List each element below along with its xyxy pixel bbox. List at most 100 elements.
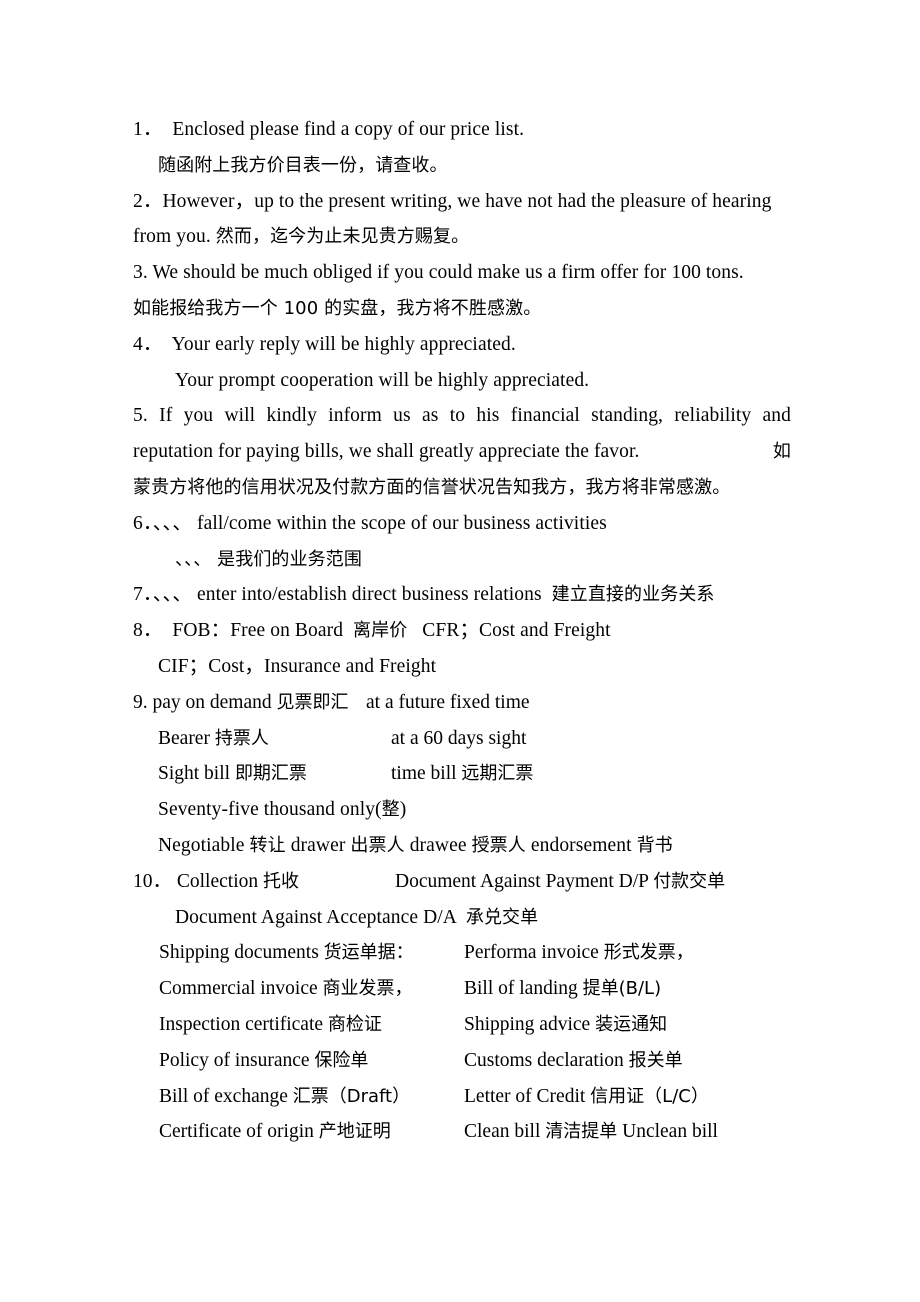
doc-row-left: Policy of insurance 保险单 [159, 1043, 464, 1079]
da-label: Document Against Acceptance D/A [175, 906, 466, 928]
table-row: Inspection certificate 商检证 Shipping advi… [133, 1007, 791, 1043]
list-item: from you. 然而，迄今为止未见贵方赐复。 [133, 219, 791, 255]
table-row: Bearer 持票人 at a 60 days sight [133, 721, 791, 757]
item1-chinese: 随函附上我方价目表一份，请查收。 [158, 154, 448, 176]
table-row: Policy of insurance 保险单 Customs declarat… [133, 1043, 791, 1079]
doc-left-chinese: 商业发票， [322, 978, 413, 1000]
negotiable-chinese: 转让 [249, 834, 286, 856]
dp-label: Document Against Payment D/P [395, 870, 654, 892]
doc-left-english: Policy of insurance [159, 1049, 315, 1071]
list-item: 、、、 是我们的业务范围 [133, 542, 791, 578]
list-item: 5. If you will kindly inform us as to hi… [133, 398, 791, 434]
item9-amount-english-close: ) [399, 799, 407, 821]
item9-head-right: at a future fixed time [366, 691, 530, 713]
item2-english-line1: 2．However，up to the present writing, we … [133, 190, 772, 212]
item4-english-line1: 4． Your early reply will be highly appre… [133, 333, 516, 355]
doc-left-chinese: 汇票（Draft） [292, 1085, 411, 1107]
doc-right-english: Letter of Credit [464, 1085, 591, 1107]
item5-english-line2: reputation for paying bills, we shall gr… [133, 441, 640, 463]
doc-row-right: Performa invoice 形式发票， [464, 935, 791, 971]
doc-right-chinese: 提单(B/L) [582, 978, 662, 1000]
item5-chinese-head: 如 [772, 441, 791, 463]
item9-row-left-english: Sight bill [158, 763, 235, 785]
item10-head-right: Document Against Payment D/P 付款交单 [395, 864, 791, 900]
item9-head-left-english: 9. pay on demand [133, 691, 277, 713]
doc-row-left: Shipping documents 货运单据： [159, 935, 464, 971]
table-row: Certificate of origin 产地证明 Clean bill 清洁… [133, 1114, 791, 1150]
drawer-label: drawer [285, 834, 351, 856]
list-item: 6．、、、 fall/come within the scope of our … [133, 506, 791, 542]
doc-left-chinese: 产地证明 [318, 1121, 391, 1143]
item7-chinese: 建立直接的业务关系 [551, 584, 715, 606]
doc-row-right: Clean bill 清洁提单 Unclean bill [464, 1114, 791, 1150]
item3-english: 3. We should be much obliged if you coul… [133, 262, 744, 284]
dp-chinese: 付款交单 [653, 870, 726, 892]
item8-fob: 8． FOB：Free on Board [133, 620, 354, 642]
item9-row-right: at a 60 days sight [391, 721, 791, 757]
item5-english-line1: 5. If you will kindly inform us as to hi… [133, 405, 791, 427]
list-item: Seventy-five thousand only(整) [133, 792, 791, 828]
doc-left-english: Bill of exchange [159, 1085, 293, 1107]
drawer-chinese: 出票人 [350, 834, 405, 856]
list-item: 2．However，up to the present writing, we … [133, 184, 791, 220]
item9-row-right-english: time bill [391, 763, 462, 785]
item9-row-right: time bill 远期汇票 [391, 756, 791, 792]
item6-english: 6．、、、 fall/come within the scope of our … [133, 512, 607, 534]
item9-row-left-chinese: 持票人 [214, 727, 269, 749]
doc-left-chinese: 货运单据： [323, 942, 414, 964]
doc-left-english: Inspection certificate [159, 1013, 328, 1035]
item8-cfr: CFR；Cost and Freight [407, 620, 611, 642]
endorsement-chinese: 背书 [636, 834, 673, 856]
doc-right-english: Performa invoice [464, 942, 604, 964]
list-item: reputation for paying bills, we shall gr… [133, 434, 791, 470]
doc-left-english: Certificate of origin [159, 1121, 319, 1143]
doc-right-chinese: 信用证（L/C） [590, 1085, 709, 1107]
doc-row-right: Bill of landing 提单(B/L) [464, 971, 791, 1007]
list-item: 7．、、、 enter into/establish direct busine… [133, 577, 791, 613]
list-item: CIF；Cost，Insurance and Freight [133, 649, 791, 685]
item9-row-left-chinese: 即期汇票 [234, 763, 307, 785]
doc-row-right: Shipping advice 装运通知 [464, 1007, 791, 1043]
item6-chinese: 、、、 是我们的业务范围 [175, 548, 362, 570]
item2-english-line2: from you. [133, 226, 216, 248]
doc-left-english: Commercial invoice [159, 978, 323, 1000]
doc-row-left: Inspection certificate 商检证 [159, 1007, 464, 1043]
list-item: Document Against Acceptance D/A 承兑交单 [133, 900, 791, 936]
item2-chinese: 然而，迄今为止未见贵方赐复。 [215, 226, 470, 248]
list-item: 蒙贵方将他的信用状况及付款方面的信誉状况告知我方，我方将非常感激。 [133, 470, 791, 506]
item8-cif: CIF；Cost，Insurance and Freight [158, 655, 437, 677]
doc-row-right: Customs declaration 报关单 [464, 1043, 791, 1079]
endorsement-label: endorsement [525, 834, 637, 856]
list-item: 8． FOB：Free on Board 离岸价 CFR；Cost and Fr… [133, 613, 791, 649]
item9-amount-english: Seventy-five thousand only( [158, 799, 382, 821]
doc-right-chinese: 形式发票， [603, 942, 694, 964]
collection-label: 10． Collection [133, 870, 263, 892]
document-page: 1． Enclosed please find a copy of our pr… [0, 0, 920, 1302]
doc-left-chinese: 商检证 [327, 1013, 382, 1035]
list-item: Your prompt cooperation will be highly a… [133, 363, 791, 399]
item4-english-line2: Your prompt cooperation will be highly a… [175, 369, 590, 391]
item7-english: 7．、、、 enter into/establish direct busine… [133, 584, 552, 606]
item9-row-left: Bearer 持票人 [158, 721, 391, 757]
item9-row-left-english: Bearer [158, 727, 215, 749]
list-item: 9. pay on demand 见票即汇 at a future fixed … [133, 685, 791, 721]
doc-right-english: Customs declaration [464, 1049, 629, 1071]
doc-right-chinese: 报关单 [628, 1049, 683, 1071]
collection-chinese: 托收 [263, 870, 299, 892]
item9-row-left: Sight bill 即期汇票 [158, 756, 391, 792]
list-item: 4． Your early reply will be highly appre… [133, 327, 791, 363]
item3-chinese: 如能报给我方一个 100 的实盘，我方将不胜感激。 [133, 297, 542, 319]
doc-right-chinese: 装运通知 [595, 1013, 668, 1035]
list-item: Negotiable 转让 drawer 出票人 drawee 授票人 endo… [133, 828, 791, 864]
doc-left-chinese: 保险单 [314, 1049, 369, 1071]
list-item: 1． Enclosed please find a copy of our pr… [133, 112, 791, 148]
item9-amount-chinese: 整 [381, 799, 400, 821]
item9-endorsement-terms: Negotiable 转让 drawer 出票人 drawee 授票人 endo… [158, 835, 673, 856]
item5-chinese: 蒙贵方将他的信用状况及付款方面的信誉状况告知我方，我方将非常感激。 [133, 476, 731, 498]
item1-english: 1． Enclosed please find a copy of our pr… [133, 119, 525, 140]
doc-row-right: Letter of Credit 信用证（L/C） [464, 1079, 791, 1115]
table-row: Sight bill 即期汇票 time bill 远期汇票 [133, 756, 791, 792]
table-row: Shipping documents 货运单据： Performa invoic… [133, 935, 791, 971]
list-item: 10． Collection 托收 Document Against Payme… [133, 864, 791, 900]
document-body: 1． Enclosed please find a copy of our pr… [133, 112, 791, 1150]
